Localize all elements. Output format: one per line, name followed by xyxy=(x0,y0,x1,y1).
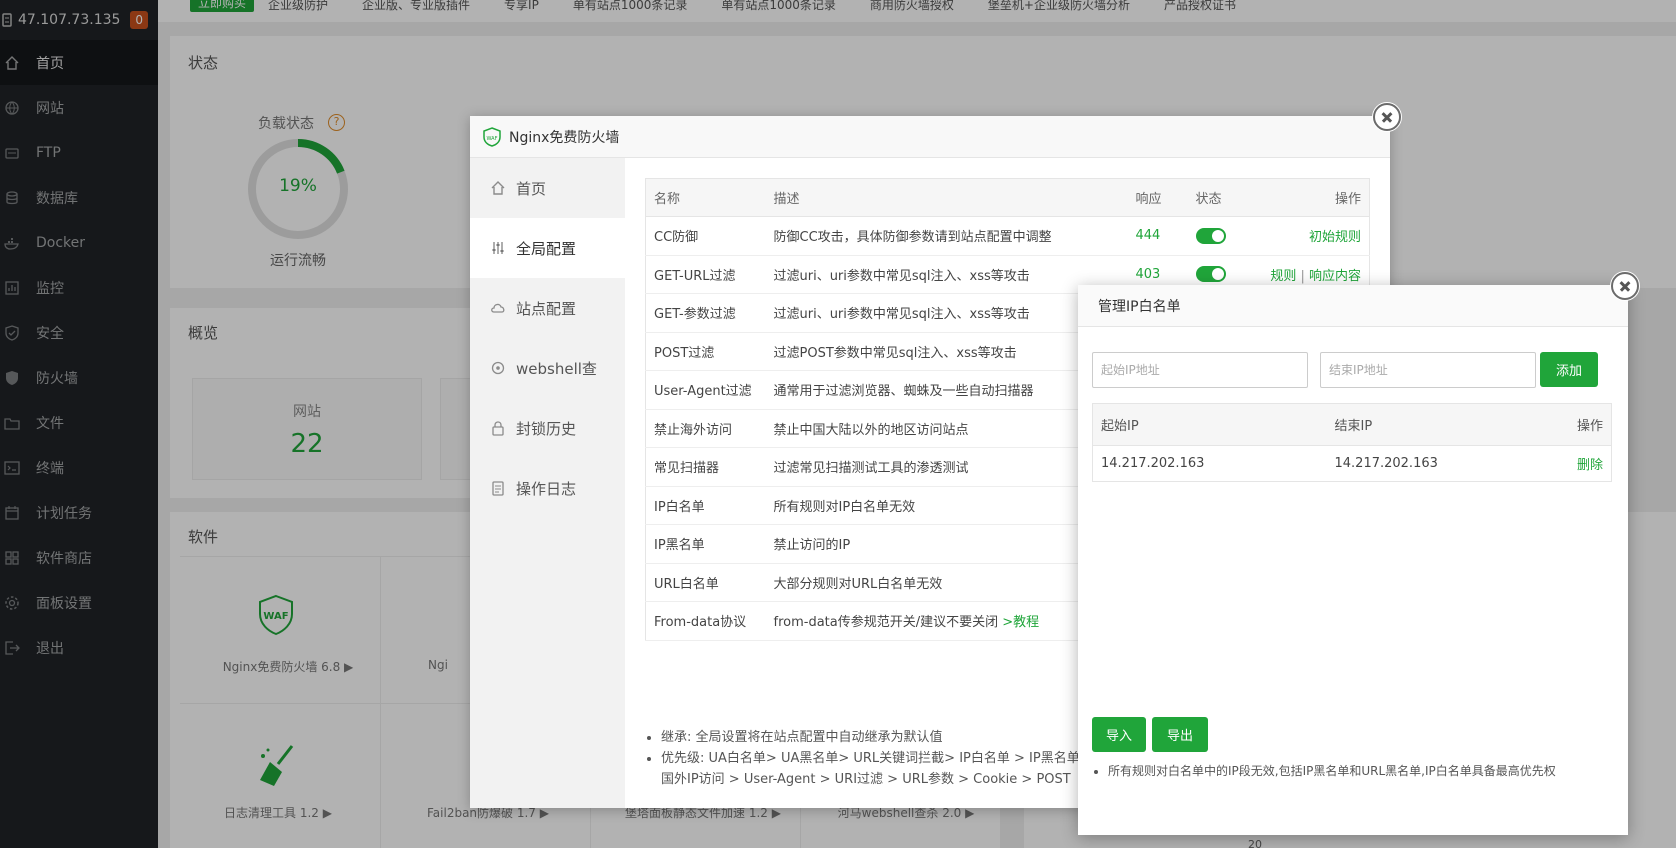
status-toggle[interactable] xyxy=(1195,266,1226,283)
nav-item-label: 首页 xyxy=(516,179,547,198)
ip-dialog-close-button[interactable] xyxy=(1611,272,1639,300)
rule-name: URL白名单 xyxy=(645,563,766,602)
ip-whitelist-dialog: 管理IP白名单 添加 起始IP 结束IP 操作 14.217.202.16314… xyxy=(1078,285,1628,835)
nav-item-label: webshell查 xyxy=(516,359,597,378)
rule-desc: 所有规则对IP白名单无效 xyxy=(773,499,916,515)
nav-item-label: 操作日志 xyxy=(516,479,577,498)
waf-close-button[interactable] xyxy=(1373,103,1401,131)
rule-name: IP白名单 xyxy=(645,486,766,525)
rule-desc: 过滤POST参数中常见sql注入、xss等攻击 xyxy=(773,345,1017,361)
nav-item-label: 站点配置 xyxy=(516,299,577,318)
col-end-ip: 结束IP xyxy=(1326,403,1537,446)
whitelist-note: 所有规则对白名单中的IP段无效,包括IP黑名单和URL黑名单,IP白名单具备最高… xyxy=(1108,762,1556,779)
initial-rules-link[interactable]: 初始规则 xyxy=(1309,230,1361,245)
waf-nav-item-1[interactable]: 全局配置 xyxy=(470,218,625,278)
rules-link[interactable]: 规则 xyxy=(1270,269,1296,284)
ip-note: 所有规则对白名单中的IP段无效,包括IP黑名单和URL黑名单,IP白名单具备最高… xyxy=(1092,762,1556,779)
col-desc: 描述 xyxy=(765,178,1128,217)
waf-nav-item-0[interactable]: 首页 xyxy=(470,158,625,218)
waf-nav-item-5[interactable]: 操作日志 xyxy=(470,458,625,518)
waf-nav-item-3[interactable]: webshell查 xyxy=(470,338,625,398)
start-ip-input[interactable] xyxy=(1092,352,1308,388)
rule-name: CC防御 xyxy=(645,216,766,256)
table-row: 14.217.202.163 14.217.202.163 删除 xyxy=(1093,446,1612,482)
rule-desc: 禁止中国大陆以外的地区访问站点 xyxy=(773,422,969,438)
table-header: 起始IP 结束IP 操作 xyxy=(1092,403,1612,446)
response-content-link[interactable]: 响应内容 xyxy=(1309,269,1361,284)
start-ip: 14.217.202.163 xyxy=(1101,456,1205,471)
waf-title-bar: WAF Nginx免费防火墙 xyxy=(470,116,1390,158)
table-header: 名称 描述 响应 状态 操作 xyxy=(645,178,1370,217)
rule-desc: 防御CC攻击，具体防御参数请到站点配置中调整 xyxy=(773,230,1052,246)
waf-logo-icon: WAF xyxy=(483,126,501,147)
rule-desc: 过滤uri、uri参数中常见sql注入、xss等攻击 xyxy=(773,268,1030,284)
tutorial-link[interactable]: >教程 xyxy=(1002,615,1039,630)
waf-nav: 首页全局配置站点配置 webshell查 封锁历史操作日志 xyxy=(470,158,625,808)
status-toggle[interactable] xyxy=(1195,227,1226,244)
rule-name: 常见扫描器 xyxy=(645,447,766,487)
nav-item-label: 全局配置 xyxy=(516,239,577,258)
clipboard-icon xyxy=(492,481,504,496)
rule-desc: 禁止访问的IP xyxy=(773,538,851,554)
rule-desc: 过滤uri、uri参数中常见sql注入、xss等攻击 xyxy=(773,307,1030,323)
waf-title: Nginx免费防火墙 xyxy=(509,129,620,146)
col-status: 状态 xyxy=(1187,178,1260,217)
col-op: 操作 xyxy=(1259,178,1370,217)
rule-name: GET-参数过滤 xyxy=(645,293,766,333)
nav-item-label: 封锁历史 xyxy=(516,419,577,438)
rule-name: User-Agent过滤 xyxy=(645,370,766,410)
rule-name: GET-URL过滤 xyxy=(645,255,766,294)
sliders-icon xyxy=(492,242,504,254)
rule-desc: 大部分规则对URL白名单无效 xyxy=(773,576,943,592)
rule-desc: 过滤常见扫描测试工具的渗透测试 xyxy=(773,461,969,477)
col-resp: 响应 xyxy=(1127,178,1188,217)
import-button[interactable]: 导入 xyxy=(1092,717,1146,752)
rule-name: 禁止海外访问 xyxy=(645,409,766,448)
target-icon xyxy=(491,361,505,375)
ip-whitelist-title: 管理IP白名单 xyxy=(1078,285,1628,327)
rule-name: From-data协议 xyxy=(645,601,766,641)
end-ip: 14.217.202.163 xyxy=(1334,456,1438,471)
waf-nav-item-2[interactable]: 站点配置 xyxy=(470,278,625,338)
col-start-ip: 起始IP xyxy=(1092,403,1327,446)
add-button[interactable]: 添加 xyxy=(1540,352,1598,387)
rule-desc: from-data传参规范开关/建议不要关闭 xyxy=(773,615,999,631)
export-button[interactable]: 导出 xyxy=(1152,717,1208,752)
ip-table: 起始IP 结束IP 操作 14.217.202.163 14.217.202.16… xyxy=(1092,403,1612,482)
col-op: 操作 xyxy=(1536,403,1612,446)
delete-link[interactable]: 删除 xyxy=(1577,458,1603,473)
end-ip-input[interactable] xyxy=(1320,352,1536,388)
home-icon xyxy=(491,181,505,195)
cloud-icon xyxy=(491,303,505,313)
rule-name: POST过滤 xyxy=(645,332,766,371)
lock-icon xyxy=(492,421,504,436)
svg-text:WAF: WAF xyxy=(487,136,498,142)
rule-name: IP黑名单 xyxy=(645,524,766,564)
rule-response[interactable]: 444 xyxy=(1127,216,1188,256)
table-row: CC防御 防御CC攻击，具体防御参数请到站点配置中调整 444 初始规则 xyxy=(645,216,1370,256)
waf-nav-item-4[interactable]: 封锁历史 xyxy=(470,398,625,458)
col-name: 名称 xyxy=(645,178,766,217)
rule-desc: 通常用于过滤浏览器、蜘蛛及一些自动扫描器 xyxy=(773,384,1034,400)
